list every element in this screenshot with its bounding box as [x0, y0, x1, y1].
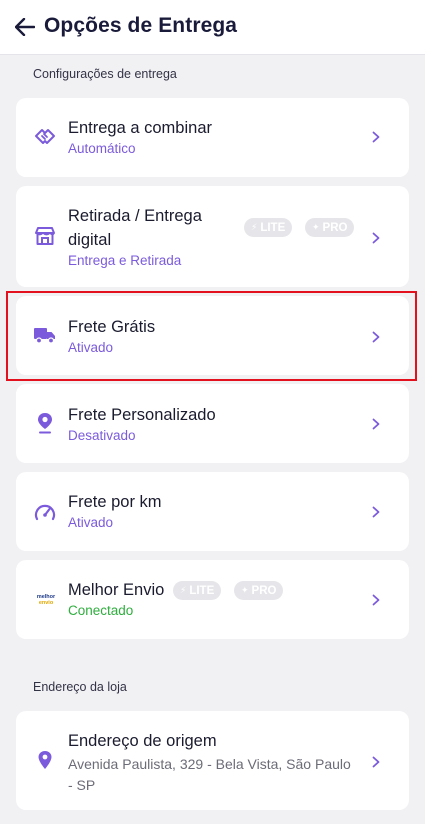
pro-badge: ✦ PRO: [234, 581, 284, 600]
back-button[interactable]: [12, 14, 38, 40]
section-label-delivery-settings: Configurações de entrega: [33, 67, 177, 81]
option-frete-por-km[interactable]: Frete por km Ativado: [16, 472, 409, 551]
lite-badge: ⚡ LITE: [244, 218, 293, 237]
chevron-right-icon: [369, 755, 383, 769]
truck-icon: [34, 324, 56, 346]
option-status: Desativado: [68, 428, 136, 443]
sparkle-icon: ✦: [312, 222, 320, 232]
bolt-icon: ⚡: [251, 222, 258, 232]
option-retirada-entrega-digital[interactable]: Retirada / Entrega digital Entrega e Ret…: [16, 186, 409, 287]
address-title: Endereço de origem: [68, 732, 217, 750]
chevron-right-icon: [369, 330, 383, 344]
option-title: Melhor Envio: [68, 581, 165, 599]
option-status: Conectado: [68, 603, 134, 618]
option-frete-personalizado[interactable]: Frete Personalizado Desativado: [16, 384, 409, 463]
option-status: Ativado: [68, 340, 114, 355]
option-status: Entrega e Retirada: [68, 253, 182, 268]
chevron-right-icon: [369, 505, 383, 519]
option-title: Entrega a combinar: [68, 119, 212, 137]
option-title: Frete Personalizado: [68, 406, 216, 424]
map-pin-icon: [34, 749, 56, 771]
melhor-envio-logo: melhor envio: [36, 594, 56, 606]
handshake-icon: [34, 125, 56, 147]
bolt-icon: ⚡: [180, 585, 187, 595]
option-title-line1: Retirada / Entrega: [68, 207, 202, 225]
pro-badge: ✦ PRO: [305, 218, 355, 237]
option-status: Ativado: [68, 515, 114, 530]
speedometer-icon: [34, 501, 56, 523]
store-icon: [34, 225, 56, 247]
chevron-right-icon: [369, 130, 383, 144]
option-melhor-envio[interactable]: melhor envio Melhor Envio Conectado ⚡ LI…: [16, 560, 409, 639]
option-status: Automático: [68, 141, 136, 156]
option-entrega-a-combinar[interactable]: Entrega a combinar Automático: [16, 98, 409, 177]
top-bar: Opções de Entrega: [0, 0, 425, 55]
arrow-left-icon: [15, 18, 35, 36]
section-label-store-address: Endereço da loja: [33, 680, 127, 694]
option-title-line2: digital: [68, 231, 112, 249]
page-title: Opções de Entrega: [44, 14, 238, 37]
chevron-right-icon: [369, 593, 383, 607]
option-endereco-de-origem[interactable]: Endereço de origem Avenida Paulista, 329…: [16, 711, 409, 810]
location-pin-icon: [34, 412, 56, 434]
chevron-right-icon: [369, 231, 383, 245]
chevron-right-icon: [369, 417, 383, 431]
address-line2: - SP: [68, 777, 96, 793]
option-frete-gratis[interactable]: Frete Grátis Ativado: [16, 296, 409, 375]
sparkle-icon: ✦: [241, 585, 249, 595]
option-title: Frete por km: [68, 493, 162, 511]
lite-badge: ⚡ LITE: [173, 581, 222, 600]
address-line1: Avenida Paulista, 329 - Bela Vista, São …: [68, 756, 351, 772]
option-title: Frete Grátis: [68, 318, 156, 336]
